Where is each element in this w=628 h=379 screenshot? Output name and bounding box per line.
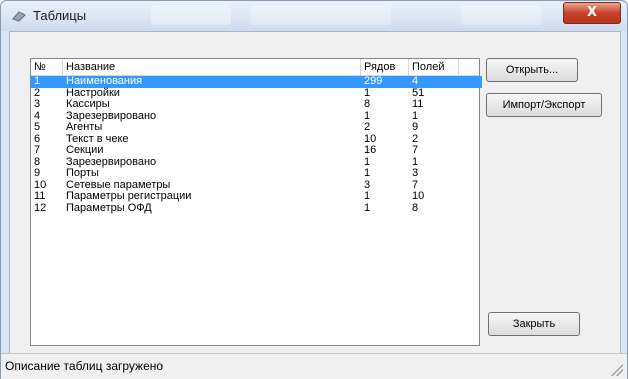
status-text: Описание таблиц загружено	[5, 359, 164, 373]
cell-fields: 9	[412, 121, 419, 133]
cell-name: Секции	[66, 144, 104, 156]
resize-grip-icon[interactable]	[611, 364, 623, 376]
title-bar[interactable]: Таблицы X	[1, 1, 627, 31]
table-row[interactable]: 9 Порты 1 3	[31, 167, 479, 180]
table-row[interactable]: 12 Параметры ОФД 1 8	[31, 201, 479, 215]
cell-name: Наименования	[66, 75, 143, 87]
open-button[interactable]: Открыть...	[486, 58, 578, 82]
app-icon	[12, 11, 26, 22]
table-row[interactable]: 7 Секции 16 7	[31, 144, 479, 157]
dialog-client: № Название Рядов Полей 1 Наименования 299 4…	[9, 31, 621, 373]
column-header-fields[interactable]: Полей	[409, 59, 459, 75]
cell-name: Агенты	[66, 121, 103, 133]
table-row[interactable]: 1 Наименования 299 4	[31, 75, 482, 88]
column-header-num[interactable]: №	[31, 59, 63, 75]
import-export-button[interactable]: Импорт/Экспорт	[486, 93, 602, 117]
close-button[interactable]: Закрыть	[488, 312, 580, 336]
cell-rows: 16	[364, 144, 377, 156]
cell-rows: 299	[364, 75, 383, 87]
cell-num: 1	[34, 75, 41, 87]
cell-rows: 1	[364, 190, 371, 202]
cell-fields: 10	[412, 190, 425, 202]
cell-fields: 4	[412, 75, 419, 87]
close-window-button[interactable]: X	[563, 2, 621, 24]
tables-list[interactable]: № Название Рядов Полей 1 Наименования 299 4…	[30, 58, 482, 346]
cell-num: 7	[34, 144, 41, 156]
cell-num: 9	[34, 167, 41, 179]
cell-rows: 8	[364, 98, 371, 110]
background-blur	[461, 5, 541, 25]
cell-fields: 7	[412, 144, 419, 156]
table-row[interactable]: 5 Агенты 2 9	[31, 121, 479, 134]
cell-name: Кассиры	[66, 98, 110, 110]
tables-window: Таблицы X № Название Рядов Полей 1 Наимен…	[0, 0, 628, 379]
cell-name: Параметры ОФД	[66, 201, 152, 214]
cell-num: 5	[34, 121, 41, 133]
column-header-rows[interactable]: Рядов	[361, 59, 409, 75]
close-icon: X	[586, 5, 598, 20]
cell-rows: 1	[364, 201, 371, 214]
table-row[interactable]: 3 Кассиры 8 11	[31, 98, 479, 111]
cell-name: Порты	[66, 167, 99, 179]
cell-num: 11	[34, 190, 46, 202]
cell-fields: 8	[412, 201, 419, 214]
cell-fields: 3	[412, 167, 419, 179]
status-bar: Описание таблиц загружено	[1, 353, 627, 379]
cell-fields: 11	[412, 98, 424, 110]
window-title: Таблицы	[33, 8, 87, 23]
cell-num: 3	[34, 98, 41, 110]
cell-rows: 1	[364, 167, 371, 179]
column-header-name[interactable]: Название	[63, 59, 361, 75]
table-row[interactable]: 11 Параметры регистрации 1 10	[31, 190, 479, 203]
list-header: № Название Рядов Полей	[31, 59, 479, 76]
cell-rows: 2	[364, 121, 371, 133]
list-rows: 1 Наименования 299 4 2 Настройки 1 51 3 Кассиры 8 1…	[31, 75, 482, 215]
cell-num: 12	[34, 201, 47, 214]
background-blur	[151, 5, 231, 25]
cell-name: Параметры регистрации	[66, 190, 192, 202]
background-blur	[251, 5, 391, 25]
